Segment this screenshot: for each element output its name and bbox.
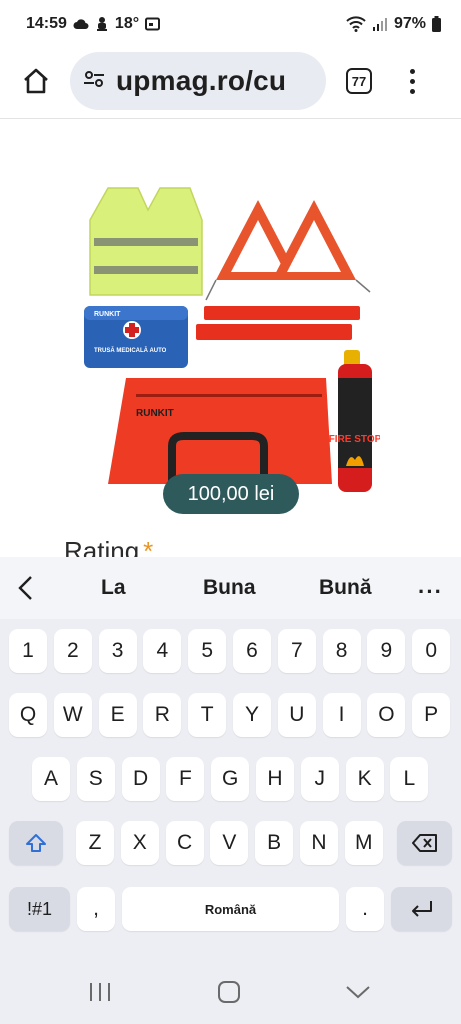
- key-i[interactable]: I: [322, 693, 361, 737]
- price-badge: 100,00 lei: [163, 474, 299, 514]
- kit-label-text: TRUSĂ MEDICALĂ AUTO: [94, 347, 167, 354]
- dot: [409, 78, 415, 84]
- address-bar[interactable]: upmag.ro/cu: [70, 52, 326, 110]
- shift-key[interactable]: [9, 821, 63, 865]
- warning-triangles: [205, 200, 371, 301]
- pinwheel-icon: [95, 16, 109, 32]
- key-v[interactable]: V: [210, 821, 249, 865]
- browser-toolbar: upmag.ro/cu 77: [0, 48, 461, 114]
- safety-vest: [89, 187, 203, 296]
- kit-brand-text: RUNKIT: [94, 311, 121, 318]
- url-text: upmag.ro/cu: [116, 65, 287, 96]
- period-key[interactable]: .: [346, 887, 384, 931]
- key-u[interactable]: U: [277, 693, 316, 737]
- chevron-left-icon: [18, 576, 32, 600]
- key-b[interactable]: B: [255, 821, 294, 865]
- extinguisher-label-text: FIRE STOP: [329, 434, 380, 445]
- key-d[interactable]: D: [121, 757, 160, 801]
- key-0[interactable]: 0: [412, 629, 451, 673]
- hide-keyboard-button[interactable]: [338, 976, 378, 1008]
- recent-apps-icon: [90, 983, 110, 1001]
- toolbar-divider: [0, 118, 461, 119]
- key-g[interactable]: G: [211, 757, 250, 801]
- home-icon: [24, 68, 48, 94]
- key-j[interactable]: J: [300, 757, 339, 801]
- key-p[interactable]: P: [412, 693, 451, 737]
- more-menu-button[interactable]: [402, 61, 422, 101]
- key-7[interactable]: 7: [277, 629, 316, 673]
- suggestion-1[interactable]: La: [101, 576, 126, 600]
- signal-icon: [372, 17, 388, 31]
- enter-key[interactable]: [391, 887, 452, 931]
- key-a[interactable]: A: [32, 757, 70, 801]
- suggestion-3[interactable]: Bună: [319, 576, 372, 600]
- calendar-icon: [145, 17, 161, 31]
- key-q[interactable]: Q: [9, 693, 47, 737]
- key-8[interactable]: 8: [322, 629, 361, 673]
- site-settings-icon[interactable]: [82, 67, 106, 96]
- chevron-down-icon: [346, 986, 370, 999]
- key-e[interactable]: E: [98, 693, 137, 737]
- product-image: RUNKIT TRUSĂ MEDICALĂ AUTO RUNKIT FIRE S…: [84, 187, 380, 492]
- home-square-icon: [218, 981, 240, 1003]
- battery-percent: 97%: [393, 15, 426, 32]
- key-x[interactable]: X: [120, 821, 159, 865]
- comma-key[interactable]: ,: [77, 887, 115, 931]
- system-navigation-bar: [0, 960, 461, 1024]
- suggestion-bar: La Buna Bună ···: [0, 557, 461, 619]
- triangle-cases: [196, 306, 360, 340]
- fire-extinguisher: FIRE STOP: [329, 350, 380, 492]
- key-c[interactable]: C: [165, 821, 204, 865]
- temperature-text: 18°: [114, 15, 140, 32]
- backspace-icon: [411, 834, 437, 852]
- key-k[interactable]: K: [345, 757, 384, 801]
- key-t[interactable]: T: [188, 693, 227, 737]
- bag-brand-text: RUNKIT: [136, 408, 174, 419]
- shift-icon: [26, 834, 46, 852]
- space-bar[interactable]: Română: [122, 887, 339, 931]
- key-5[interactable]: 5: [188, 629, 227, 673]
- key-l[interactable]: L: [390, 757, 429, 801]
- key-z[interactable]: Z: [76, 821, 114, 865]
- battery-icon: [432, 16, 441, 32]
- storage-bag: RUNKIT: [108, 378, 332, 484]
- status-bar: 14:59 18° 97%: [0, 0, 461, 48]
- dot: [409, 88, 415, 94]
- key-h[interactable]: H: [256, 757, 294, 801]
- key-4[interactable]: 4: [143, 629, 182, 673]
- more-options-button[interactable]: ···: [418, 579, 443, 605]
- key-6[interactable]: 6: [233, 629, 271, 673]
- first-aid-kit: RUNKIT TRUSĂ MEDICALĂ AUTO: [84, 306, 188, 368]
- collapse-suggestions-button[interactable]: [0, 557, 52, 619]
- home-button[interactable]: [14, 59, 58, 103]
- key-1[interactable]: 1: [9, 629, 47, 673]
- key-n[interactable]: N: [300, 821, 338, 865]
- key-2[interactable]: 2: [53, 629, 92, 673]
- backspace-key[interactable]: [397, 821, 452, 865]
- key-y[interactable]: Y: [233, 693, 271, 737]
- key-s[interactable]: S: [76, 757, 115, 801]
- tab-switcher-button[interactable]: 77: [346, 68, 372, 94]
- key-9[interactable]: 9: [367, 629, 406, 673]
- home-nav-button[interactable]: [209, 976, 249, 1008]
- key-f[interactable]: F: [166, 757, 205, 801]
- dot: [409, 68, 415, 74]
- symbols-key[interactable]: !#1: [9, 887, 70, 931]
- clock: 14:59: [26, 15, 67, 32]
- recent-apps-button[interactable]: [80, 976, 120, 1008]
- key-r[interactable]: R: [143, 693, 182, 737]
- key-m[interactable]: M: [344, 821, 383, 865]
- key-3[interactable]: 3: [98, 629, 137, 673]
- on-screen-keyboard: La Buna Bună ··· 1234567890 QWERTYUIOP ASD…: [0, 557, 461, 1024]
- wifi-icon: [346, 16, 366, 32]
- cloud-icon: [73, 18, 89, 30]
- enter-icon: [411, 901, 432, 917]
- suggestion-2[interactable]: Buna: [203, 576, 256, 600]
- key-o[interactable]: O: [367, 693, 406, 737]
- key-w[interactable]: W: [53, 693, 92, 737]
